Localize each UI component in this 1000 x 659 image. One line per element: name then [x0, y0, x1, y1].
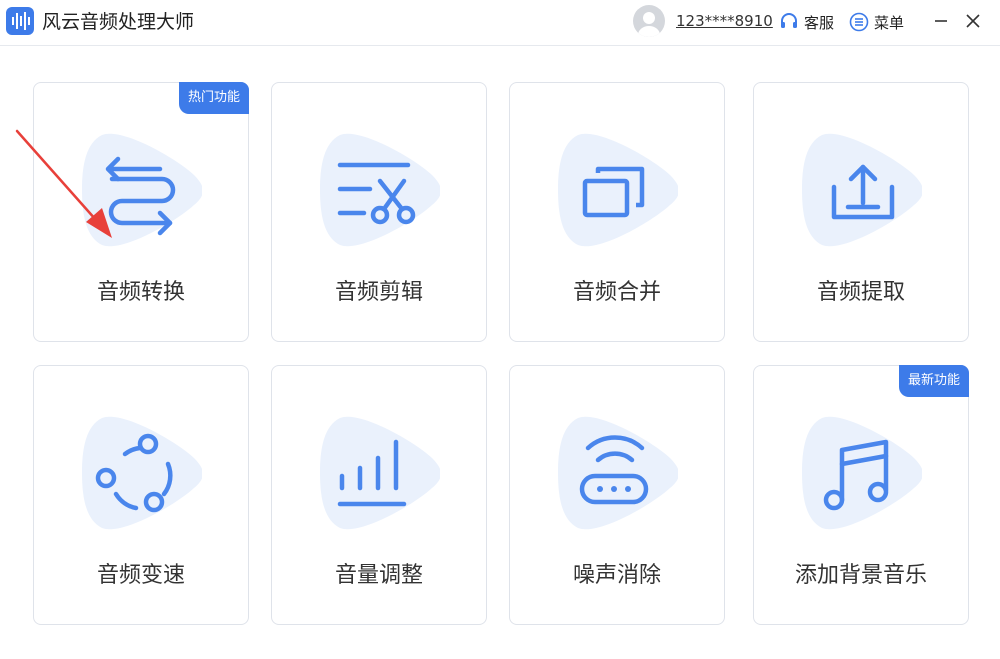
menu-button[interactable]: 菜单 [849, 11, 904, 33]
menu-label: 菜单 [874, 13, 905, 32]
router-signal-icon [558, 416, 678, 530]
minimize-icon [935, 20, 947, 22]
feature-label: 音频剪辑 [334, 280, 423, 305]
feature-card-noise-removal[interactable]: 噪声消除 [509, 365, 725, 625]
scissors-icon [320, 133, 440, 247]
service-label: 客服 [804, 13, 835, 32]
headset-icon [781, 13, 797, 28]
menu-list-icon [849, 12, 869, 32]
orbit-dots-icon [82, 416, 202, 530]
feature-label: 音量调整 [334, 563, 423, 588]
user-account-link[interactable]: 123****8910 [676, 11, 773, 31]
feature-card-audio-extract[interactable]: 音频提取 [753, 82, 969, 342]
feature-label: 噪声消除 [572, 563, 661, 588]
close-icon [966, 14, 980, 28]
convert-arrows-icon [82, 133, 202, 247]
minimize-button[interactable] [930, 10, 952, 32]
feature-label: 音频转换 [96, 280, 185, 305]
title-bar: 风云音频处理大师 123****8910 客服 菜单 [0, 0, 1000, 46]
app-logo-icon [6, 7, 34, 35]
feature-card-audio-merge[interactable]: 音频合并 [509, 82, 725, 342]
feature-card-audio-speed[interactable]: 音频变速 [33, 365, 249, 625]
feature-card-audio-convert[interactable]: 音频转换 热门功能 [33, 82, 249, 342]
feature-label: 音频提取 [816, 280, 905, 305]
app-title: 风云音频处理大师 [42, 11, 195, 33]
feature-label: 音频合并 [572, 280, 661, 305]
volume-bars-icon [320, 416, 440, 530]
feature-label: 音频变速 [96, 563, 185, 588]
customer-service-button[interactable]: 客服 [779, 11, 834, 33]
hot-feature-badge: 热门功能 [178, 82, 249, 114]
feature-card-volume-adjust[interactable]: 音量调整 [271, 365, 487, 625]
feature-label: 添加背景音乐 [794, 563, 927, 588]
music-note-icon [802, 416, 922, 530]
new-feature-badge: 最新功能 [898, 365, 969, 397]
merge-windows-icon [558, 133, 678, 247]
close-button[interactable] [962, 10, 984, 32]
avatar[interactable] [633, 5, 665, 37]
feature-card-add-bgm[interactable]: 添加背景音乐 最新功能 [753, 365, 969, 625]
upload-tray-icon [802, 133, 922, 247]
feature-card-audio-cut[interactable]: 音频剪辑 [271, 82, 487, 342]
